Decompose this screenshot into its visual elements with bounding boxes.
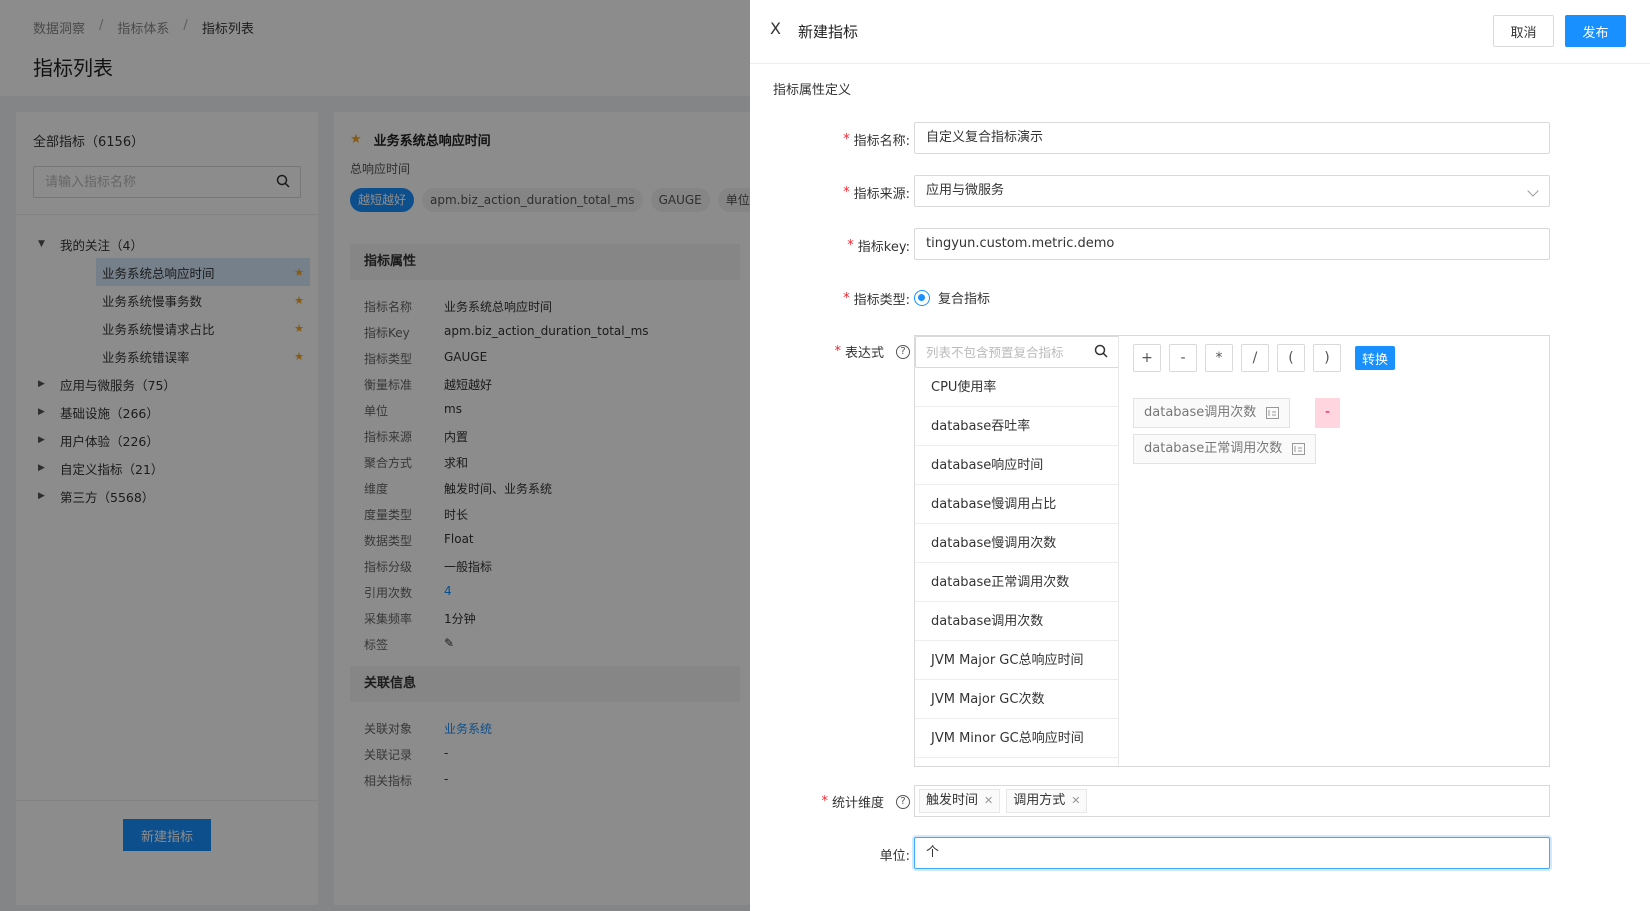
metric-picker: CPU使用率 database吞吐率 database响应时间 database… xyxy=(915,336,1119,766)
expression-chip[interactable]: database调用次数 xyxy=(1133,398,1291,428)
close-icon[interactable]: ✕ xyxy=(984,790,993,812)
section-title: 指标属性定义 xyxy=(773,83,852,98)
metric-settings-icon[interactable] xyxy=(1292,443,1306,455)
field-label: * 指标key: xyxy=(750,236,910,255)
radio-label: 复合指标 xyxy=(938,292,991,307)
list-item[interactable]: JVM Major GC次数 xyxy=(915,680,1118,719)
list-item[interactable]: database慢调用占比 xyxy=(915,485,1118,524)
metric-picker-search-input[interactable] xyxy=(916,337,1086,367)
dimension-tag-label: 触发时间 xyxy=(926,793,979,808)
list-item[interactable]: database正常调用次数 xyxy=(915,563,1118,602)
search-icon[interactable] xyxy=(1094,344,1108,362)
expression-editor: CPU使用率 database吞吐率 database响应时间 database… xyxy=(914,335,1550,767)
drawer-title: 新建指标 xyxy=(798,23,859,41)
chevron-down-icon xyxy=(1527,185,1539,197)
list-item[interactable]: JVM Major GC总响应时间 xyxy=(915,641,1118,680)
field-label-text: 指标名称: xyxy=(853,134,910,149)
close-icon[interactable]: ✕ xyxy=(1071,790,1080,812)
field-label-text: 指标key: xyxy=(857,240,910,255)
metric-picker-search xyxy=(915,336,1118,368)
field-label-text: 指标来源: xyxy=(853,187,910,202)
cancel-button[interactable]: 取消 xyxy=(1493,15,1554,47)
list-item[interactable]: database调用次数 xyxy=(915,602,1118,641)
field-label-text: 指标类型: xyxy=(853,293,910,308)
operator-button[interactable]: / xyxy=(1241,344,1269,372)
required-mark: * xyxy=(843,291,850,306)
metric-settings-icon[interactable] xyxy=(1266,407,1280,419)
field-label-text: 单位: xyxy=(879,849,910,864)
operator-button[interactable]: * xyxy=(1205,344,1233,372)
required-mark: * xyxy=(847,238,854,253)
question-icon[interactable]: ? xyxy=(896,794,910,809)
list-item[interactable]: database慢调用次数 xyxy=(915,524,1118,563)
close-icon[interactable]: X xyxy=(770,19,781,38)
select-value: 应用与微服务 xyxy=(926,183,1005,198)
field-label: 单位: xyxy=(750,845,910,864)
expression-chip[interactable]: database正常调用次数 xyxy=(1133,434,1317,464)
question-icon[interactable]: ? xyxy=(896,344,910,359)
field-label: * 表达式? xyxy=(750,342,910,361)
drawer-header: X 新建指标 取消 发布 xyxy=(750,0,1650,64)
dimension-tag: 触发时间 ✕ xyxy=(919,789,1001,813)
dimension-tag-label: 调用方式 xyxy=(1013,793,1066,808)
operator-button[interactable]: ( xyxy=(1277,344,1305,372)
list-item[interactable]: CPU使用率 xyxy=(915,368,1118,407)
metric-type-radio[interactable]: 复合指标 xyxy=(914,288,990,307)
list-item[interactable]: database响应时间 xyxy=(915,446,1118,485)
expression-operator-chip[interactable]: - xyxy=(1315,398,1340,428)
field-label: * 指标来源: xyxy=(750,183,910,202)
unit-input[interactable]: 个 xyxy=(914,837,1550,869)
required-mark: * xyxy=(834,344,841,359)
convert-button[interactable]: 转换 xyxy=(1355,346,1396,370)
list-item[interactable]: JVM Minor GC总响应时间 xyxy=(915,719,1118,758)
field-label-text: 表达式 xyxy=(844,346,884,361)
field-label: * 指标类型: xyxy=(750,289,910,308)
chip-label: database调用次数 xyxy=(1144,405,1257,420)
chip-label: database正常调用次数 xyxy=(1144,441,1283,456)
field-label: * 指标名称: xyxy=(750,130,910,149)
required-mark: * xyxy=(843,132,850,147)
dimension-select[interactable]: 触发时间 ✕ 调用方式 ✕ xyxy=(914,785,1550,817)
radio-checked-icon[interactable] xyxy=(914,289,930,306)
operator-toolbar: + - * / ( ) 转换 xyxy=(1133,344,1396,372)
operator-button[interactable]: ) xyxy=(1313,344,1341,372)
field-label-text: 统计维度 xyxy=(831,796,884,811)
field-label: * 统计维度? xyxy=(750,792,910,811)
metric-source-select[interactable]: 应用与微服务 xyxy=(914,175,1550,207)
metric-key-input[interactable]: tingyun.custom.metric.demo xyxy=(914,228,1550,260)
list-item[interactable]: database吞吐率 xyxy=(915,407,1118,446)
metric-name-input[interactable]: 自定义复合指标演示 xyxy=(914,122,1550,154)
dimension-tag: 调用方式 ✕ xyxy=(1006,789,1088,813)
metric-picker-list: CPU使用率 database吞吐率 database响应时间 database… xyxy=(915,368,1118,758)
operator-button[interactable]: + xyxy=(1133,344,1161,372)
required-mark: * xyxy=(821,794,828,809)
operator-button[interactable]: - xyxy=(1169,344,1197,372)
new-metric-drawer: X 新建指标 取消 发布 指标属性定义 * 指标名称: 自定义复合指标演示 * 指标… xyxy=(750,0,1650,911)
publish-button[interactable]: 发布 xyxy=(1565,15,1626,47)
required-mark: * xyxy=(843,185,850,200)
